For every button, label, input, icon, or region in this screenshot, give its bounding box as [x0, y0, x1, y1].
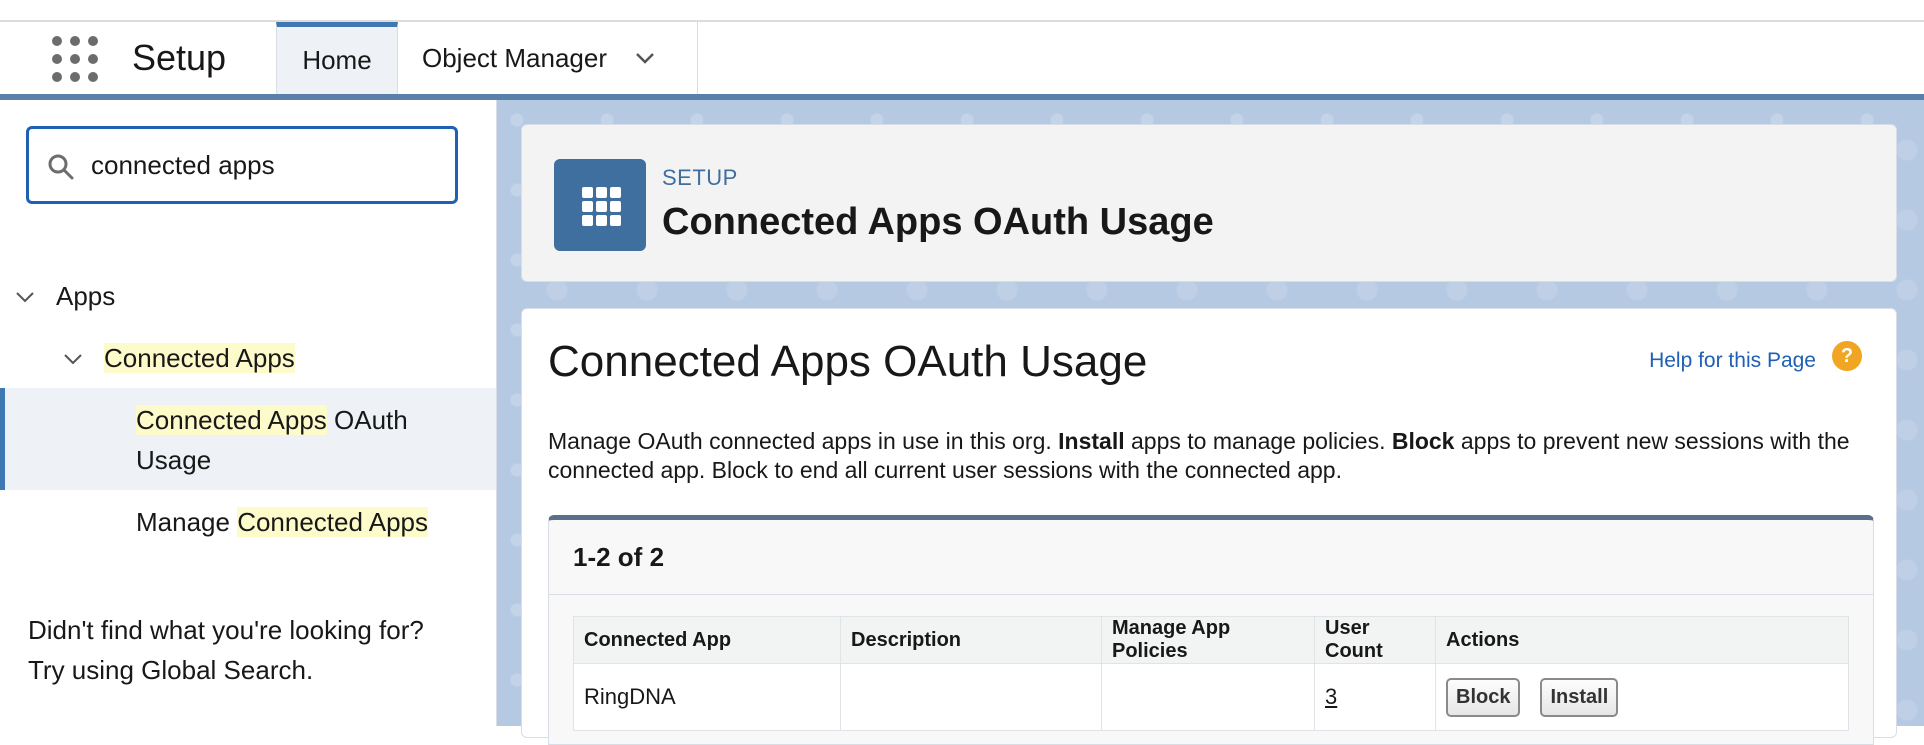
help-icon[interactable]: ?	[1832, 341, 1862, 371]
tab-object-manager[interactable]: Object Manager	[398, 22, 698, 94]
tree-item-manage-connected-apps[interactable]: Manage Connected Apps	[136, 502, 428, 542]
page-header: SETUP Connected Apps OAuth Usage	[521, 124, 1897, 282]
help-link[interactable]: Help for this Page	[1649, 349, 1816, 373]
app-name-cell: RingDNA	[573, 663, 841, 731]
search-tip-line2: Try using Global Search.	[28, 655, 314, 685]
search-highlight: Connected Apps	[136, 405, 327, 435]
policies-cell	[1101, 663, 1315, 731]
description-text: apps to manage policies.	[1124, 428, 1392, 454]
tree-item-oauth-usage-label: Usage	[136, 445, 212, 475]
tree-item-oauth-usage[interactable]: Connected Apps OAuth Usage	[136, 400, 456, 480]
tree-item-manage-label: Manage	[136, 507, 238, 537]
search-highlight: Connected Apps	[104, 343, 295, 373]
tab-home-label: Home	[302, 45, 372, 75]
app-launcher-icon[interactable]	[52, 36, 98, 82]
search-tip: Didn't find what you're looking for? Try…	[28, 610, 468, 690]
user-count-cell: 3	[1314, 663, 1436, 731]
column-header: Connected App	[573, 616, 841, 664]
connected-apps-table: Connected App Description Manage App Pol…	[573, 616, 1849, 731]
description-bold: Block	[1391, 428, 1455, 454]
chevron-down-icon[interactable]	[14, 286, 36, 308]
tree-item-connected-apps[interactable]: Connected Apps	[104, 338, 295, 378]
chevron-down-icon[interactable]	[62, 348, 84, 370]
column-header: Description	[840, 616, 1102, 664]
block-button[interactable]: Block	[1446, 677, 1521, 717]
search-highlight: Connected Apps	[237, 507, 428, 537]
apps-list-panel: 1-2 of 2 Connected App Description Manag…	[548, 515, 1874, 745]
page-title: Connected Apps OAuth Usage	[662, 201, 1214, 243]
content-title: Connected Apps OAuth Usage	[548, 337, 1148, 386]
user-count-link[interactable]: 3	[1325, 684, 1337, 709]
tab-object-manager-label: Object Manager	[422, 42, 607, 73]
table-row: RingDNA 3 Block Install	[573, 663, 1849, 731]
chevron-down-icon[interactable]	[633, 46, 657, 70]
tab-home[interactable]: Home	[276, 22, 398, 94]
content-panel: Connected Apps OAuth Usage Help for this…	[521, 308, 1897, 745]
column-header: Manage App Policies	[1101, 616, 1315, 664]
global-nav-bar: Setup Home Object Manager	[0, 22, 1924, 100]
table-header-row: Connected App Description Manage App Pol…	[573, 616, 1849, 664]
main-content-area: SETUP Connected Apps OAuth Usage Connect…	[497, 100, 1924, 745]
divider	[549, 594, 1873, 595]
tree-item-oauth-usage-label: OAuth	[326, 405, 408, 435]
search-icon	[48, 154, 74, 180]
quick-find-input[interactable]	[91, 143, 441, 187]
install-button[interactable]: Install	[1540, 677, 1619, 717]
quick-find-box[interactable]	[26, 126, 458, 204]
page-description: Manage OAuth connected apps in use in th…	[548, 427, 1868, 485]
setup-sidebar: Apps Connected Apps Connected Apps OAuth…	[0, 100, 497, 726]
actions-cell: Block Install	[1435, 663, 1849, 731]
search-tip-line1: Didn't find what you're looking for?	[28, 615, 424, 645]
description-cell	[840, 663, 1102, 731]
header-eyebrow: SETUP	[662, 165, 738, 190]
tree-item-apps[interactable]: Apps	[56, 276, 115, 316]
description-text: Manage OAuth connected apps in use in th…	[548, 428, 1059, 454]
record-count: 1-2 of 2	[573, 542, 665, 572]
description-bold: Install	[1058, 428, 1125, 454]
column-header: Actions	[1435, 616, 1849, 664]
app-name: Setup	[132, 37, 227, 78]
apps-grid-icon	[554, 159, 646, 251]
browser-top-strip	[0, 0, 1924, 22]
column-header: User Count	[1314, 616, 1436, 664]
